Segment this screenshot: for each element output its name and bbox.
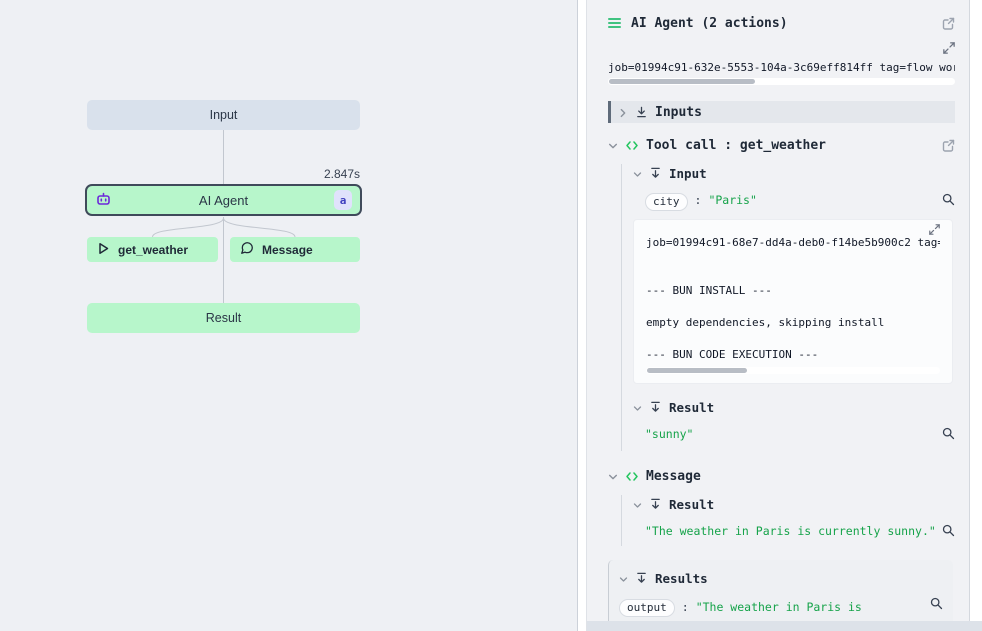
get-weather-node-label: get_weather bbox=[118, 243, 188, 257]
chevron-down-icon[interactable] bbox=[619, 569, 628, 588]
magnifier-icon[interactable] bbox=[942, 427, 955, 440]
colon-separator: : bbox=[682, 600, 689, 614]
flow-node-message[interactable]: Message bbox=[230, 237, 360, 262]
import-down-icon bbox=[650, 495, 661, 514]
import-down-icon bbox=[636, 569, 647, 588]
tool-result-value: "sunny" bbox=[645, 427, 693, 441]
agent-steps-icon bbox=[608, 14, 622, 33]
vertical-scrollbar[interactable] bbox=[969, 0, 982, 631]
agent-duration: 2.847s bbox=[200, 167, 360, 181]
tool-result-row: "sunny" bbox=[633, 427, 955, 451]
log-line: --- BUN INSTALL --- bbox=[646, 283, 940, 299]
flow-node-result[interactable]: Result bbox=[87, 303, 360, 333]
tool-result-label: Result bbox=[669, 400, 714, 415]
panel-resize-gutter[interactable] bbox=[578, 0, 586, 631]
flow-node-input[interactable]: Input bbox=[87, 100, 360, 130]
flow-canvas[interactable]: Input 2.847s AI Agent a get_weather Mess… bbox=[0, 0, 577, 631]
log-line: job=01994c91-68e7-dd4a-deb0-f14be5b900c2… bbox=[646, 235, 940, 251]
open-run-external-link-icon[interactable] bbox=[942, 17, 955, 30]
message-result-label: Result bbox=[669, 497, 714, 512]
message-result-row: "The weather in Paris is currently sunny… bbox=[633, 524, 955, 546]
execution-progress-bar bbox=[646, 367, 940, 374]
inputs-section-label: Inputs bbox=[655, 105, 702, 120]
download-inputs-icon[interactable] bbox=[636, 103, 647, 122]
magnifier-icon[interactable] bbox=[942, 524, 955, 537]
play-icon bbox=[97, 242, 110, 258]
results-label: Results bbox=[655, 571, 708, 586]
magnifier-icon[interactable] bbox=[942, 193, 955, 206]
log-line bbox=[646, 267, 940, 283]
message-section-title: Message bbox=[646, 469, 701, 484]
chevron-down-icon[interactable] bbox=[633, 495, 642, 514]
message-section-body: Result "The weather in Paris is currentl… bbox=[621, 495, 955, 546]
panel-bottom-bar bbox=[587, 621, 982, 631]
expand-log-icon[interactable] bbox=[929, 224, 940, 235]
output-key-pill: output bbox=[619, 599, 675, 617]
code-icon bbox=[626, 467, 638, 486]
result-node-label: Result bbox=[206, 311, 241, 325]
import-down-icon bbox=[650, 164, 661, 183]
job-id-line: job=01994c91-632e-5553-104a-3c69eff814ff… bbox=[608, 61, 955, 74]
message-section-header[interactable]: Message bbox=[608, 467, 955, 486]
chevron-right-icon[interactable] bbox=[618, 103, 628, 122]
chevron-down-icon[interactable] bbox=[608, 136, 618, 155]
tool-call-section-header[interactable]: Tool call : get_weather bbox=[608, 136, 955, 155]
inputs-section-header[interactable]: Inputs bbox=[608, 101, 955, 123]
tool-call-external-link-icon[interactable] bbox=[942, 139, 955, 152]
tool-result-subheader[interactable]: Result bbox=[633, 398, 955, 417]
tool-log-block: job=01994c91-68e7-dd4a-deb0-f14be5b900c2… bbox=[633, 219, 953, 384]
ai-agent-node-label: AI Agent bbox=[87, 193, 360, 208]
flow-node-get-weather[interactable]: get_weather bbox=[87, 237, 218, 262]
log-line bbox=[646, 299, 940, 315]
tool-call-section-body: Input city : "Paris" bbox=[621, 164, 955, 451]
log-line: empty dependencies, skipping install bbox=[646, 315, 940, 331]
magnifier-icon[interactable] bbox=[930, 597, 943, 610]
tool-input-arg-row: city : "Paris" bbox=[633, 193, 955, 211]
tool-input-subheader[interactable]: Input bbox=[633, 164, 955, 183]
job-progress-bar bbox=[608, 78, 955, 85]
log-line bbox=[646, 331, 940, 347]
chevron-down-icon[interactable] bbox=[608, 467, 618, 486]
tool-call-title: Tool call : get_weather bbox=[646, 138, 826, 153]
message-result-value: "The weather in Paris is currently sunny… bbox=[645, 524, 936, 538]
log-line bbox=[646, 251, 940, 267]
import-down-icon bbox=[650, 398, 661, 417]
message-node-label: Message bbox=[262, 243, 313, 257]
arg-value: "Paris" bbox=[708, 193, 756, 207]
panel-title: AI Agent (2 actions) bbox=[631, 16, 933, 31]
tool-input-label: Input bbox=[669, 166, 707, 181]
log-line: --- BUN CODE EXECUTION --- bbox=[646, 347, 940, 363]
message-result-subheader[interactable]: Result bbox=[633, 495, 955, 514]
colon-separator: : bbox=[695, 193, 702, 207]
input-node-label: Input bbox=[210, 108, 238, 122]
results-subheader[interactable]: Results bbox=[619, 569, 943, 588]
arg-key-pill: city bbox=[645, 193, 688, 211]
speech-bubble-icon bbox=[240, 241, 254, 258]
chevron-down-icon[interactable] bbox=[633, 164, 642, 183]
expand-logs-icon[interactable] bbox=[943, 42, 955, 54]
agent-badge[interactable]: a bbox=[334, 190, 352, 210]
chevron-down-icon[interactable] bbox=[633, 398, 642, 417]
flow-node-ai-agent[interactable]: AI Agent a bbox=[85, 184, 362, 216]
code-icon bbox=[626, 136, 638, 155]
ai-agent-detail-panel: AI Agent (2 actions) job=01994c91-632e-5… bbox=[587, 0, 969, 631]
